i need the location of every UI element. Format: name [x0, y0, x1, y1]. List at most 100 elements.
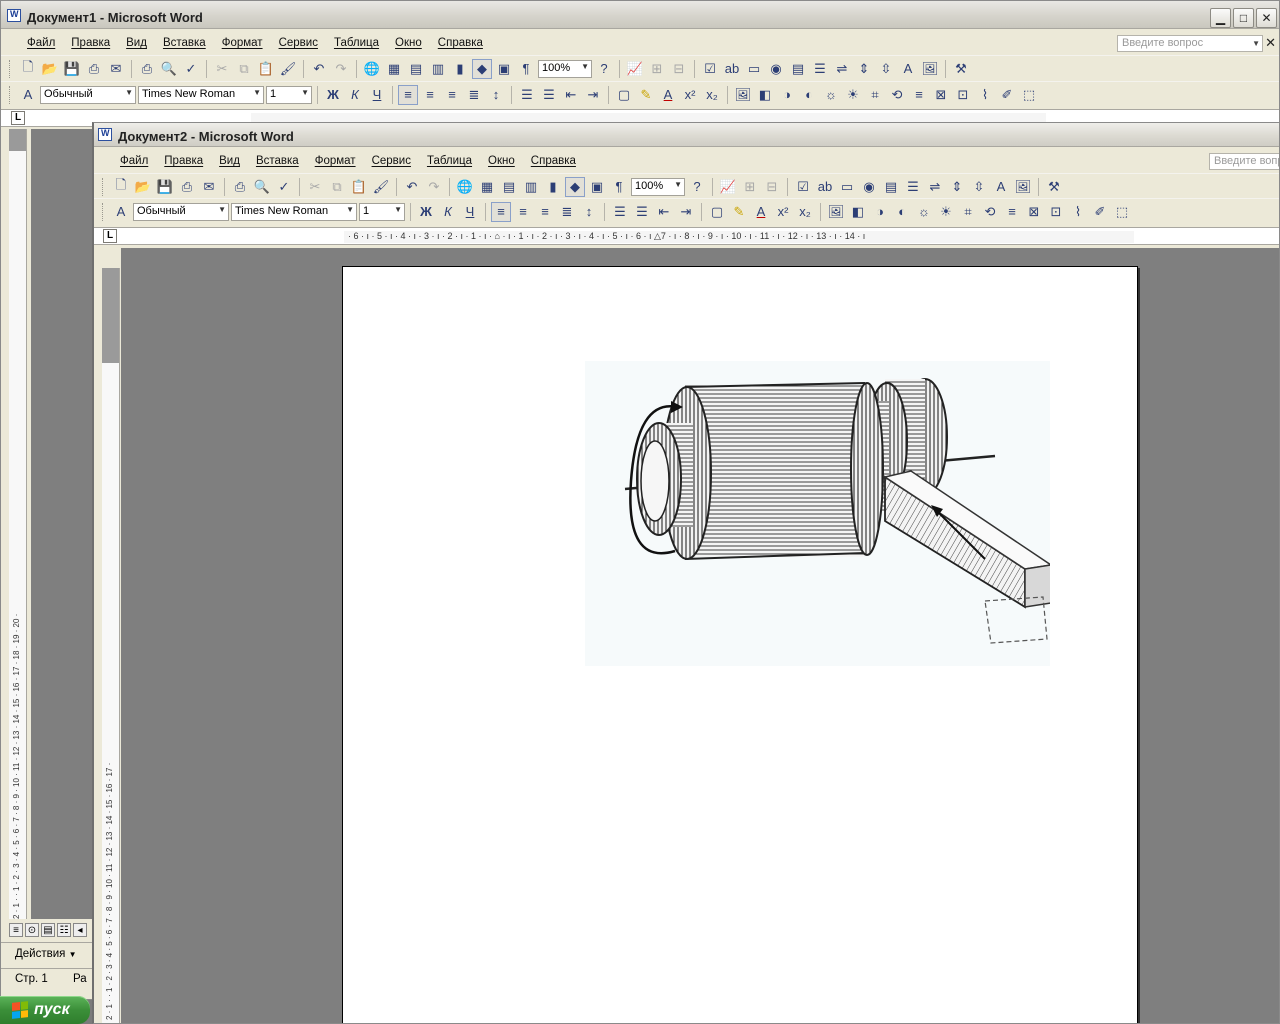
horizontal-ruler[interactable]: L · 6 · ı · 5 · ı · 4 · ı · 3 · ı · 2 · … [94, 227, 1279, 245]
menu-table[interactable]: Таблица [326, 37, 387, 49]
insert-table-icon[interactable]: ▤ [406, 59, 426, 79]
print-preview-icon[interactable]: 🔍 [159, 59, 179, 79]
increase-indent-icon[interactable]: ⇥ [583, 85, 603, 105]
undo-icon[interactable]: ↶ [309, 59, 329, 79]
menu-window[interactable]: Окно [387, 37, 430, 49]
show-hide-icon[interactable]: ¶ [516, 59, 536, 79]
chart-icon[interactable]: 📈 [625, 59, 645, 79]
print-icon[interactable]: ⎙ [230, 177, 250, 197]
title-bar[interactable]: Документ2 - Microsoft Word [94, 123, 1279, 147]
toolbar-grip[interactable] [102, 177, 105, 196]
ask-question-input[interactable]: Введите вопрос ▼ [1117, 35, 1263, 52]
superscript-icon[interactable]: x² [680, 85, 700, 105]
compress-icon[interactable]: ⊠ [931, 85, 951, 105]
align-left-icon[interactable]: ≡ [491, 201, 511, 222]
menu-help[interactable]: Справка [523, 155, 584, 167]
crop-icon[interactable]: ⌗ [865, 85, 885, 105]
reset-picture-icon[interactable]: ⬚ [1019, 85, 1039, 105]
decrease-indent-icon[interactable]: ⇤ [654, 202, 674, 222]
maximize-button[interactable]: □ [1233, 8, 1254, 28]
bullets-icon[interactable]: ☰ [539, 85, 559, 105]
justify-icon[interactable]: ≣ [557, 202, 577, 222]
tab-selector[interactable]: L [11, 111, 25, 125]
save-icon[interactable]: 💾 [62, 59, 82, 79]
borders-icon[interactable]: ▢ [614, 85, 634, 105]
save-icon[interactable]: 💾 [155, 177, 175, 197]
button-field-icon[interactable]: ▭ [837, 177, 857, 197]
close-button[interactable]: ✕ [1256, 8, 1277, 28]
bullets-icon[interactable]: ☰ [632, 202, 652, 222]
more-brightness-icon[interactable]: ☼ [821, 85, 841, 105]
align-center-icon[interactable]: ≡ [420, 85, 440, 105]
title-bar[interactable]: Документ1 - Microsoft Word ▁ □ ✕ [1, 1, 1279, 29]
textbox-field-icon[interactable]: ab [815, 177, 835, 197]
frame-icon[interactable]: ▤ [788, 59, 808, 79]
menu-table[interactable]: Таблица [419, 155, 480, 167]
numbering-icon[interactable]: ☰ [517, 85, 537, 105]
insert-picture-icon[interactable]: 🖼 [733, 85, 753, 105]
tools-icon[interactable]: ⚒ [1044, 177, 1064, 197]
outline-view-icon[interactable]: ☷ [57, 923, 71, 937]
email-icon[interactable]: ✉ [106, 59, 126, 79]
italic-icon[interactable]: К [438, 202, 458, 222]
align-left-icon[interactable]: ≡ [398, 84, 418, 105]
line-spacing-icon[interactable]: ↕ [579, 202, 599, 222]
wordart-icon[interactable]: A [991, 177, 1011, 197]
justify-icon[interactable]: ≣ [464, 85, 484, 105]
copy-icon[interactable]: ⧉ [234, 59, 254, 79]
menu-window[interactable]: Окно [480, 155, 523, 167]
minimize-button[interactable]: ▁ [1210, 8, 1231, 28]
format-painter-icon[interactable]: 🖌 [278, 59, 298, 79]
styles-icon[interactable]: A [18, 85, 38, 105]
font-size-select[interactable]: 1 ▼ [359, 202, 405, 221]
tables-borders-icon[interactable]: ▦ [384, 59, 404, 79]
document-area[interactable] [31, 129, 93, 919]
text-wrapping-icon[interactable]: ⌇ [1068, 202, 1088, 222]
format-picture-icon[interactable]: ⊡ [953, 85, 973, 105]
format-picture-icon[interactable]: ⊡ [1046, 202, 1066, 222]
reset-picture-icon[interactable]: ⬚ [1112, 202, 1132, 222]
scrollbar-field-icon[interactable]: ⇕ [947, 177, 967, 197]
checkbox-icon[interactable]: ☑ [793, 177, 813, 197]
move-icon[interactable]: ⊞ [740, 177, 760, 197]
help-icon[interactable]: ? [687, 177, 707, 197]
superscript-icon[interactable]: x² [773, 202, 793, 222]
copy-icon[interactable]: ⧉ [327, 177, 347, 197]
vertical-ruler[interactable]: 2 · 1 · · 1 · 2 · 3 · 4 · 5 · 6 · 7 · 8 … [9, 129, 27, 919]
vertical-ruler[interactable]: 2 · 1 · · 1 · 2 · 3 · 4 · 5 · 6 · 7 · 8 … [102, 268, 120, 1023]
borders-icon[interactable]: ▢ [707, 202, 727, 222]
new-document-icon[interactable]: 🗋 [111, 177, 131, 197]
columns-icon[interactable]: ▮ [543, 177, 563, 197]
less-brightness-icon[interactable]: ☀ [843, 85, 863, 105]
columns-icon[interactable]: ▮ [450, 59, 470, 79]
list-field-icon[interactable]: ☰ [903, 177, 923, 197]
ask-question-input[interactable]: Введите вопр [1209, 153, 1279, 170]
more-brightness-icon[interactable]: ☼ [914, 202, 934, 222]
menu-insert[interactable]: Вставка [248, 155, 307, 167]
radio-icon[interactable]: ◉ [859, 177, 879, 197]
document-map-icon[interactable]: ▣ [587, 177, 607, 197]
toolbar-grip[interactable] [9, 85, 12, 104]
button-field-icon[interactable]: ▭ [744, 59, 764, 79]
decrease-indent-icon[interactable]: ⇤ [561, 85, 581, 105]
combo-field-icon[interactable]: ⇌ [925, 177, 945, 197]
bold-icon[interactable]: Ж [416, 202, 436, 222]
zoom-select[interactable]: 100% ▼ [631, 177, 685, 196]
checkbox-icon[interactable]: ☑ [700, 59, 720, 79]
subscript-icon[interactable]: x₂ [702, 85, 722, 105]
zoom-select[interactable]: 100% ▼ [538, 59, 592, 78]
align-right-icon[interactable]: ≡ [535, 202, 555, 222]
spelling-icon[interactable]: ✓ [274, 177, 294, 197]
web-view-icon[interactable]: ⊙ [25, 923, 39, 937]
normal-view-icon[interactable]: ≡ [9, 923, 23, 937]
image-icon[interactable]: 🖼 [920, 59, 940, 79]
highlight-icon[interactable]: ✎ [636, 85, 656, 105]
combo-field-icon[interactable]: ⇌ [832, 59, 852, 79]
underline-icon[interactable]: Ч [460, 202, 480, 222]
spin-field-icon[interactable]: ⇳ [969, 177, 989, 197]
menu-format[interactable]: Формат [307, 155, 364, 167]
font-color-icon[interactable]: A [658, 85, 678, 105]
email-icon[interactable]: ✉ [199, 177, 219, 197]
insert-excel-icon[interactable]: ▥ [521, 177, 541, 197]
tables-borders-icon[interactable]: ▦ [477, 177, 497, 197]
